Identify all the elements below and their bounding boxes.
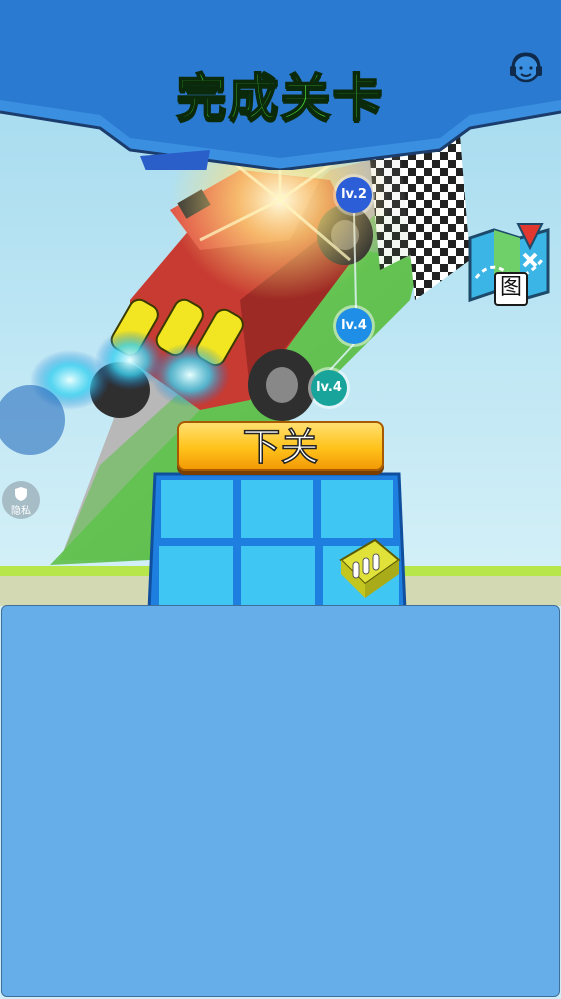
map-button-label[interactable]: 图	[494, 272, 528, 306]
level-badge: lv.2	[336, 177, 372, 213]
level-badge: lv.4	[311, 370, 347, 406]
privacy-label: 隐私	[11, 506, 31, 517]
next-level-button[interactable]: 下关	[177, 421, 384, 471]
customer-service-headset-icon[interactable]	[506, 48, 546, 88]
level-complete-title: 完成关卡	[176, 68, 385, 128]
shield-icon	[15, 487, 27, 501]
upgrade-grid[interactable]	[147, 470, 407, 610]
game-screen: 完成关卡 图 lv.2 lv.4 lv.4 隐私 下关	[0, 0, 561, 999]
bottom-panel	[1, 605, 560, 997]
privacy-button[interactable]: 隐私	[2, 481, 40, 519]
level-badge: lv.4	[336, 308, 372, 344]
